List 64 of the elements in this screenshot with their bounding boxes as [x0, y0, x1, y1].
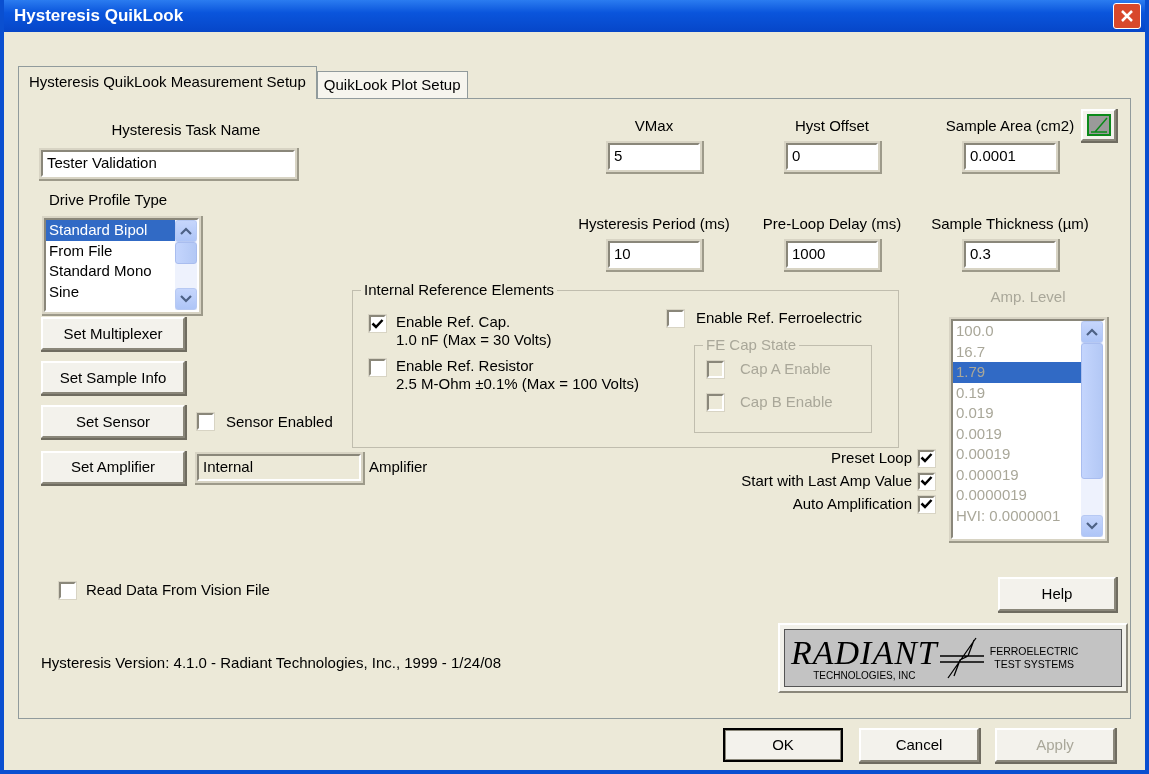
- field-label: Hyst Offset: [795, 117, 869, 135]
- side-button[interactable]: Set Sample Info: [41, 361, 185, 394]
- dialog-button[interactable]: Cancel: [859, 728, 979, 762]
- logo-text: TEST SYSTEMS: [994, 658, 1074, 671]
- checkbox[interactable]: [667, 309, 684, 327]
- checkbox-label: Preset Loop: [831, 449, 912, 467]
- side-button[interactable]: Set Multiplexer: [41, 317, 185, 350]
- scroll-down-button[interactable]: [1081, 515, 1103, 537]
- tab[interactable]: Hysteresis QuikLook Measurement Setup: [18, 66, 317, 99]
- checkbox-label: Auto Amplification: [792, 495, 912, 513]
- logo-text: FERROELECTRIC: [989, 645, 1079, 658]
- checkbox[interactable]: [369, 315, 386, 332]
- checkbox[interactable]: [918, 495, 935, 513]
- logo-wordmark: RADIANT: [791, 635, 938, 670]
- help-button[interactable]: Help: [998, 577, 1116, 611]
- version-text: Hysteresis Version: 4.1.0 - Radiant Technologies, Inc., 1999 - 1/24/08: [41, 654, 501, 672]
- checkbox[interactable]: [918, 472, 935, 490]
- checkbox-label: Read Data From Vision File: [86, 581, 270, 599]
- list-item[interactable]: Sine: [46, 281, 175, 302]
- logo-subtitle: TECHNOLOGIES, INC: [813, 669, 916, 681]
- checkbox[interactable]: [59, 581, 76, 599]
- checkbox-label: Enable Ref. Resistor: [396, 357, 535, 375]
- scroll-thumb[interactable]: [1081, 343, 1103, 479]
- window-title: Hysteresis QuikLook: [14, 5, 184, 27]
- dialog-button[interactable]: OK: [723, 728, 843, 762]
- plot-button[interactable]: [1081, 109, 1116, 141]
- checkbox-label: Cap B Enable: [740, 393, 833, 411]
- field-label: Amplifier: [369, 458, 428, 476]
- scroll-down-button[interactable]: [175, 288, 197, 310]
- checkbox-label: Start with Last Amp Value: [741, 472, 912, 490]
- close-button[interactable]: [1113, 3, 1141, 29]
- chevron-up-icon: [1086, 328, 1098, 336]
- field-label: Sample Thickness (µm): [931, 214, 1089, 233]
- scroll-up-button[interactable]: [175, 220, 197, 242]
- chevron-down-icon: [180, 295, 192, 303]
- chart-icon: [1086, 114, 1111, 136]
- scroll-thumb[interactable]: [175, 242, 197, 264]
- detail-text: 2.5 M-Ohm ±0.1% (Max = 100 Volts): [396, 375, 639, 393]
- checkbox-label: Cap A Enable: [740, 360, 831, 378]
- field-label: Hysteresis Period (ms): [578, 214, 730, 233]
- checkbox[interactable]: [918, 449, 935, 467]
- chevron-up-icon: [180, 227, 192, 235]
- checkbox-label: Enable Ref. Ferroelectric: [696, 309, 862, 327]
- field-label: Pre-Loop Delay (ms): [762, 214, 902, 233]
- checkbox[interactable]: [369, 359, 386, 376]
- checkbox[interactable]: [197, 413, 214, 430]
- tab[interactable]: QuikLook Plot Setup: [316, 71, 468, 98]
- hysteresis-symbol-icon: [937, 636, 986, 680]
- scroll-up-button[interactable]: [1081, 321, 1103, 343]
- side-button[interactable]: Set Sensor: [41, 405, 185, 438]
- detail-text: 1.0 nF (Max = 30 Volts): [396, 331, 552, 349]
- field-label: Hysteresis Task Name: [110, 121, 262, 139]
- list-item[interactable]: From File: [46, 240, 175, 261]
- checkbox-label: Sensor Enabled: [226, 412, 333, 431]
- close-icon: [1120, 9, 1134, 23]
- checkbox-label: Enable Ref. Cap.: [396, 313, 512, 331]
- field-label: Drive Profile Type: [49, 191, 169, 209]
- field-label: VMax: [634, 117, 674, 135]
- side-button[interactable]: Set Amplifier: [41, 450, 185, 484]
- field-label: Sample Area (cm2): [945, 117, 1075, 135]
- list-label: Amp. Level: [990, 288, 1066, 306]
- list-item[interactable]: Standard Bipol: [46, 220, 175, 241]
- chevron-down-icon: [1086, 522, 1098, 530]
- list-item[interactable]: Standard Mono: [46, 261, 175, 282]
